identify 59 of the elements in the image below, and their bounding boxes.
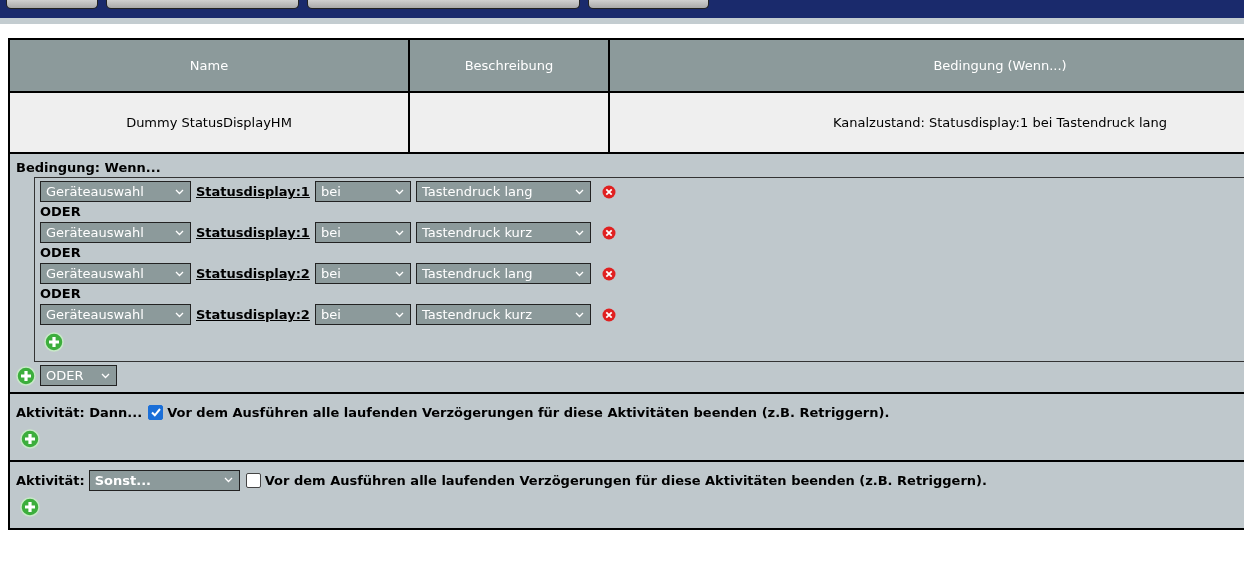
table-cell: Dummy StatusDisplayHM (9, 92, 409, 153)
caret-icon (574, 188, 584, 195)
caret-icon (175, 270, 184, 277)
caret-icon (175, 188, 184, 195)
connector-label: ODER (40, 203, 82, 221)
trigger-select[interactable]: Tastendruck lang (415, 181, 591, 202)
delete-icon[interactable] (601, 266, 616, 281)
connector-label: ODER (40, 244, 82, 262)
delete-icon[interactable] (601, 225, 616, 240)
device-select[interactable]: Geräteauswahl (40, 304, 191, 325)
caret-icon (101, 372, 110, 379)
device-select[interactable]: Geräteauswahl (40, 222, 191, 243)
channel-link[interactable]: Statusdisplay:2 (196, 266, 310, 281)
toolbar-button[interactable] (588, 0, 709, 9)
table-cell: Kanalzustand: Statusdisplay:1 bei Tastendruck lang (609, 92, 1244, 153)
trigger-select[interactable]: Tastendruck kurz (415, 222, 591, 243)
trigger-select[interactable]: Tastendruck lang (415, 263, 591, 284)
add-icon[interactable] (20, 497, 40, 517)
operator-select[interactable]: bei (314, 304, 411, 325)
device-select[interactable]: Geräteauswahl (40, 263, 191, 284)
caret-icon (394, 229, 404, 236)
toolbar-button[interactable] (6, 0, 98, 9)
delete-icon[interactable] (601, 307, 616, 322)
connector-label: ODER (40, 285, 82, 303)
checkbox[interactable] (245, 472, 261, 488)
column-header: Name (9, 39, 409, 92)
trigger-select[interactable]: Tastendruck kurz (415, 304, 591, 325)
caret-icon (574, 311, 584, 318)
checkbox-label: Vor dem Ausführen alle laufenden Verzögerungen für diese Aktivitäten beenden (z.B. Retriggern). (264, 472, 987, 488)
caret-icon (394, 311, 404, 318)
checkbox-label: Vor dem Ausführen alle laufenden Verzögerungen für diese Aktivitäten beenden (z.B. Retriggern). (167, 404, 890, 420)
column-header: Bedingung (Wenn...) (609, 39, 1244, 92)
activity-select[interactable]: Sonst... (88, 469, 240, 491)
caret-icon (574, 229, 584, 236)
add-icon[interactable] (20, 429, 40, 449)
operator-select[interactable]: bei (314, 222, 411, 243)
operator-select[interactable]: bei (314, 263, 411, 284)
delete-icon[interactable] (601, 184, 616, 199)
checkbox[interactable] (148, 404, 164, 420)
channel-link[interactable]: Statusdisplay:1 (196, 225, 310, 240)
section-title: Bedingung: Wenn... (16, 160, 162, 175)
caret-icon (574, 270, 584, 277)
activity-label: Aktivität: (16, 472, 85, 488)
caret-icon (223, 477, 233, 483)
caret-icon (394, 270, 404, 277)
caret-icon (175, 229, 184, 236)
add-icon[interactable] (16, 365, 36, 386)
device-select[interactable]: Geräteauswahl (40, 181, 191, 202)
activity-label: Aktivität: Dann... (16, 404, 143, 420)
add-icon[interactable] (44, 332, 64, 352)
column-header: Beschreibung (409, 39, 609, 92)
caret-icon (175, 311, 184, 318)
operator-select[interactable]: bei (314, 181, 411, 202)
toolbar-button[interactable] (307, 0, 580, 9)
channel-link[interactable]: Statusdisplay:1 (196, 184, 310, 199)
caret-icon (394, 188, 404, 195)
operator-select[interactable]: ODER (40, 365, 117, 386)
toolbar-button[interactable] (106, 0, 299, 9)
channel-link[interactable]: Statusdisplay:2 (196, 307, 310, 322)
